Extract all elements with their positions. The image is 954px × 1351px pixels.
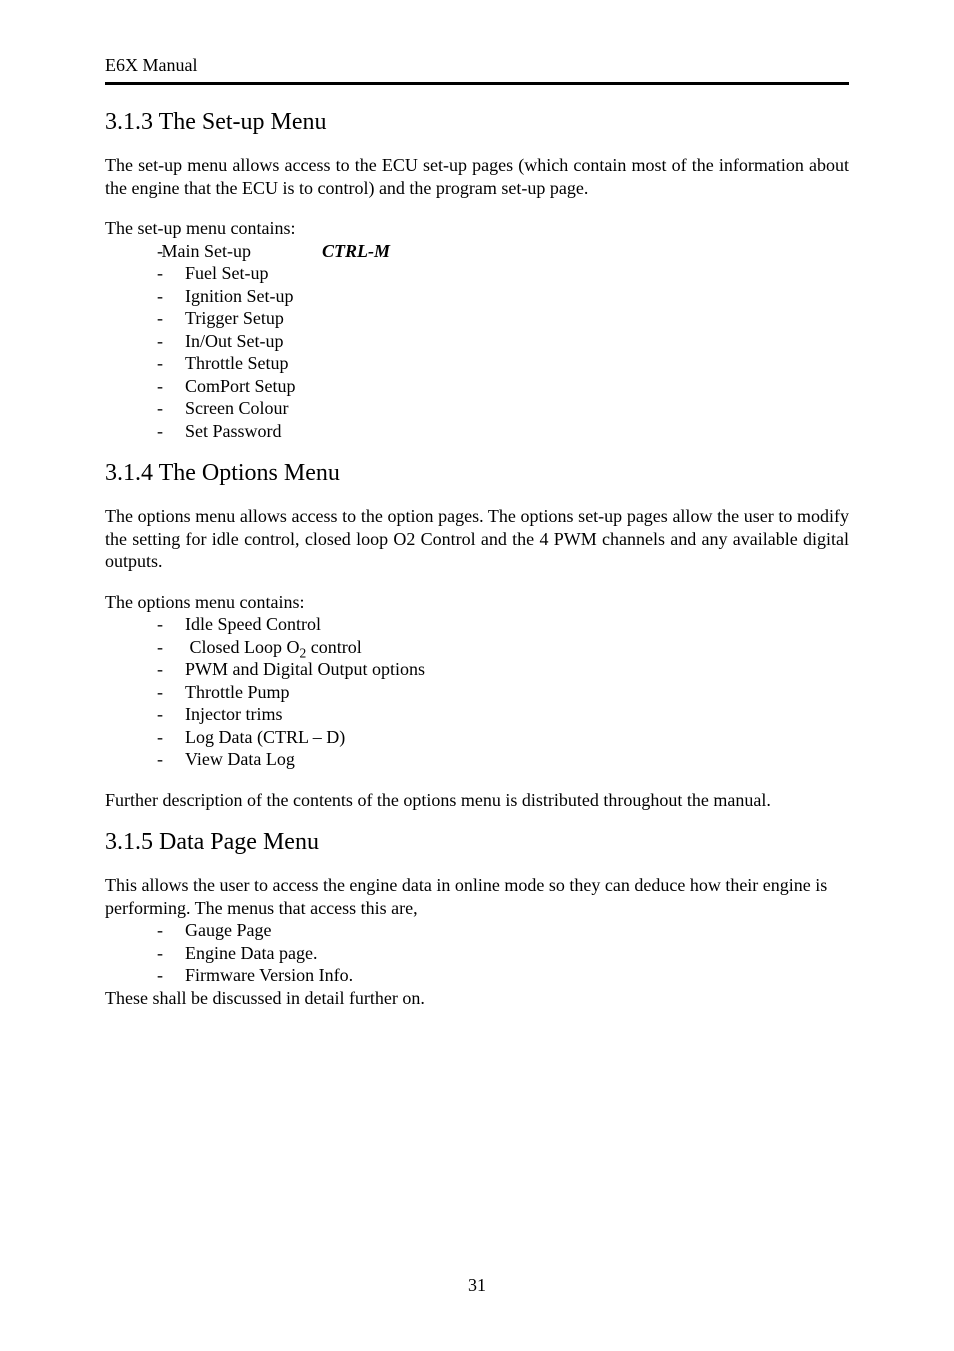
paragraph-options-outro: Further description of the contents of t…	[105, 789, 849, 812]
list-item-label: Fuel Set-up	[185, 263, 269, 283]
heading-data-page-menu: 3.1.5 Data Page Menu	[105, 829, 849, 856]
list-item-label: Trigger Setup	[185, 308, 284, 328]
header-divider	[105, 82, 849, 85]
list-item-label: Ignition Set-up	[185, 286, 294, 306]
list-item: Gauge Page	[105, 919, 849, 942]
list-item-label: ComPort Setup	[185, 376, 296, 396]
list-item: Injector trims	[105, 703, 849, 726]
list-item: Idle Speed Control	[105, 613, 849, 636]
list-item: Main Set-up CTRL-M	[105, 240, 849, 263]
setup-list: Main Set-up CTRL-M Fuel Set-up Ignition …	[105, 240, 849, 443]
paragraph-datapage-intro: This allows the user to access the engin…	[105, 874, 849, 919]
list-item-label: Log Data (CTRL – D)	[185, 727, 345, 747]
list-item-label: Throttle Setup	[185, 353, 288, 373]
list-item-label: Injector trims	[185, 704, 282, 724]
list-item: PWM and Digital Output options	[105, 658, 849, 681]
options-list: Idle Speed Control Closed Loop O2 contro…	[105, 613, 849, 771]
list-item: Trigger Setup	[105, 307, 849, 330]
list-item: Ignition Set-up	[105, 285, 849, 308]
list-item: Set Password	[105, 420, 849, 443]
heading-setup-menu: 3.1.3 The Set-up Menu	[105, 109, 849, 136]
list-item-label-post: control	[306, 637, 362, 657]
list-item-label-pre: Closed Loop O	[190, 637, 300, 657]
heading-options-menu: 3.1.4 The Options Menu	[105, 460, 849, 487]
list-item: ComPort Setup	[105, 375, 849, 398]
paragraph-setup-intro: The set-up menu allows access to the ECU…	[105, 154, 849, 199]
page-number: 31	[0, 1275, 954, 1296]
paragraph-datapage-outro: These shall be discussed in detail furth…	[105, 987, 849, 1010]
setup-list-intro: The set-up menu contains:	[105, 217, 849, 240]
list-item-label: Gauge Page	[185, 920, 271, 940]
list-item-label: Firmware Version Info.	[185, 965, 353, 985]
running-header: E6X Manual	[105, 55, 849, 76]
list-item-label: PWM and Digital Output options	[185, 659, 425, 679]
datapage-list: Gauge Page Engine Data page. Firmware Ve…	[105, 919, 849, 987]
list-item: Closed Loop O2 control	[105, 636, 849, 659]
paragraph-options-intro: The options menu allows access to the op…	[105, 505, 849, 573]
list-item-label: Throttle Pump	[185, 682, 290, 702]
list-item-label: Idle Speed Control	[185, 614, 321, 634]
list-item: View Data Log	[105, 748, 849, 771]
list-item-shortcut: CTRL-M	[322, 241, 390, 261]
list-item-label: Engine Data page.	[185, 943, 317, 963]
list-item: Firmware Version Info.	[105, 964, 849, 987]
list-item: Throttle Pump	[105, 681, 849, 704]
list-item-label: Set Password	[185, 421, 282, 441]
list-item: Engine Data page.	[105, 942, 849, 965]
list-item: In/Out Set-up	[105, 330, 849, 353]
list-item-label: View Data Log	[185, 749, 295, 769]
list-item: Throttle Setup	[105, 352, 849, 375]
list-item: Log Data (CTRL – D)	[105, 726, 849, 749]
list-item: Fuel Set-up	[105, 262, 849, 285]
list-item: Screen Colour	[105, 397, 849, 420]
list-item-label: In/Out Set-up	[185, 331, 284, 351]
options-list-intro: The options menu contains:	[105, 591, 849, 614]
page: E6X Manual 3.1.3 The Set-up Menu The set…	[0, 0, 954, 1351]
list-item-label: Main Set-up	[190, 240, 318, 263]
list-item-label: Screen Colour	[185, 398, 288, 418]
